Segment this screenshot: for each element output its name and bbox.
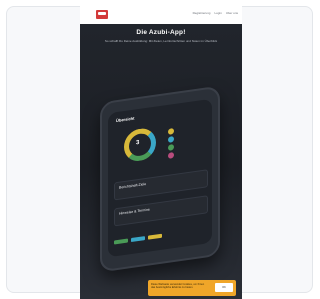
nav-about-link[interactable]: Uber uns [226, 11, 238, 15]
bar-blue [131, 236, 145, 243]
progress-score: 3 [136, 139, 140, 147]
cookie-banner: Diese Webseite verwendet Cookies, um Ihn… [148, 280, 236, 296]
notes-panel[interactable]: Hinweise & Termine [114, 195, 208, 227]
cookie-accept-button[interactable]: OK [215, 283, 233, 292]
cookie-text: Diese Webseite verwendet Cookies, um Ihn… [151, 283, 205, 289]
status-dots [168, 126, 174, 161]
hero-subline: So schafft Du Deine Ausbildung: Mit Ziel… [104, 39, 218, 43]
progress-ring [124, 126, 156, 164]
phone-screen: Übersicht 3 Berichtsheft-Ziele Hinweise … [108, 98, 212, 258]
top-navigation-bar: Registrierung Login Uber uns [80, 2, 242, 24]
nav-register-link[interactable]: Registrierung [193, 11, 211, 15]
website-screenshot: Registrierung Login Uber uns Die Azubi-A… [80, 2, 242, 299]
goals-panel[interactable]: Berichtsheft-Ziele [114, 169, 208, 201]
bar-yellow [148, 233, 162, 240]
top-nav: Registrierung Login Uber uns [193, 11, 238, 15]
status-dot-green [168, 144, 174, 151]
notes-panel-title: Hinweise & Termine [119, 207, 150, 216]
summary-bars [114, 233, 162, 245]
goals-panel-title: Berichtsheft-Ziele [119, 181, 147, 190]
status-dot-pink [168, 152, 174, 159]
hero-headline: Die Azubi-App! [136, 29, 186, 36]
brand-logo[interactable] [96, 10, 108, 19]
nav-login-link[interactable]: Login [214, 11, 221, 15]
phone-mockup: Übersicht 3 Berichtsheft-Ziele Hinweise … [100, 85, 220, 273]
status-dot-yellow [168, 128, 174, 135]
status-dot-blue [168, 136, 174, 143]
bar-green [114, 238, 128, 245]
app-title: Übersicht [116, 115, 135, 124]
